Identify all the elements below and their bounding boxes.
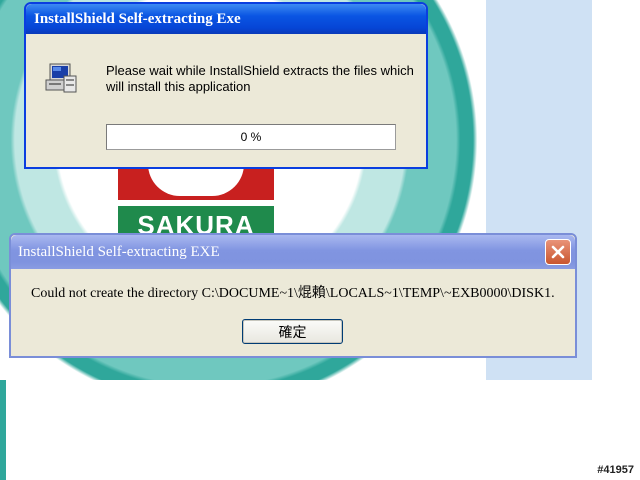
extract-window: InstallShield Self-extracting Exe Please… <box>24 2 428 169</box>
sakura-logo: SAKURA <box>118 160 274 242</box>
error-dialog-body: Could not create the directory C:\DOCUME… <box>11 269 575 356</box>
extract-window-body: Please wait while InstallShield extracts… <box>26 34 426 167</box>
error-dialog-title: InstallShield Self-extracting EXE <box>18 243 220 260</box>
ok-button[interactable]: 確定 <box>242 319 343 344</box>
error-message: Could not create the directory C:\DOCUME… <box>31 286 555 301</box>
extract-message: Please wait while InstallShield extracts… <box>106 63 414 94</box>
extract-progress-bar: 0 % <box>106 124 396 150</box>
extract-window-title: InstallShield Self-extracting Exe <box>34 10 241 27</box>
background-bottom-strip <box>0 380 640 480</box>
image-watermark: #41957 <box>597 464 634 476</box>
error-dialog-titlebar[interactable]: InstallShield Self-extracting EXE <box>11 235 575 269</box>
installer-computer-icon <box>44 62 78 96</box>
close-button[interactable] <box>545 239 571 265</box>
background-left-edge <box>0 380 6 480</box>
extract-window-titlebar[interactable]: InstallShield Self-extracting Exe <box>26 4 426 34</box>
close-icon <box>551 245 565 259</box>
progress-text: 0 % <box>240 130 262 144</box>
error-dialog: InstallShield Self-extracting EXE Could … <box>9 233 577 358</box>
